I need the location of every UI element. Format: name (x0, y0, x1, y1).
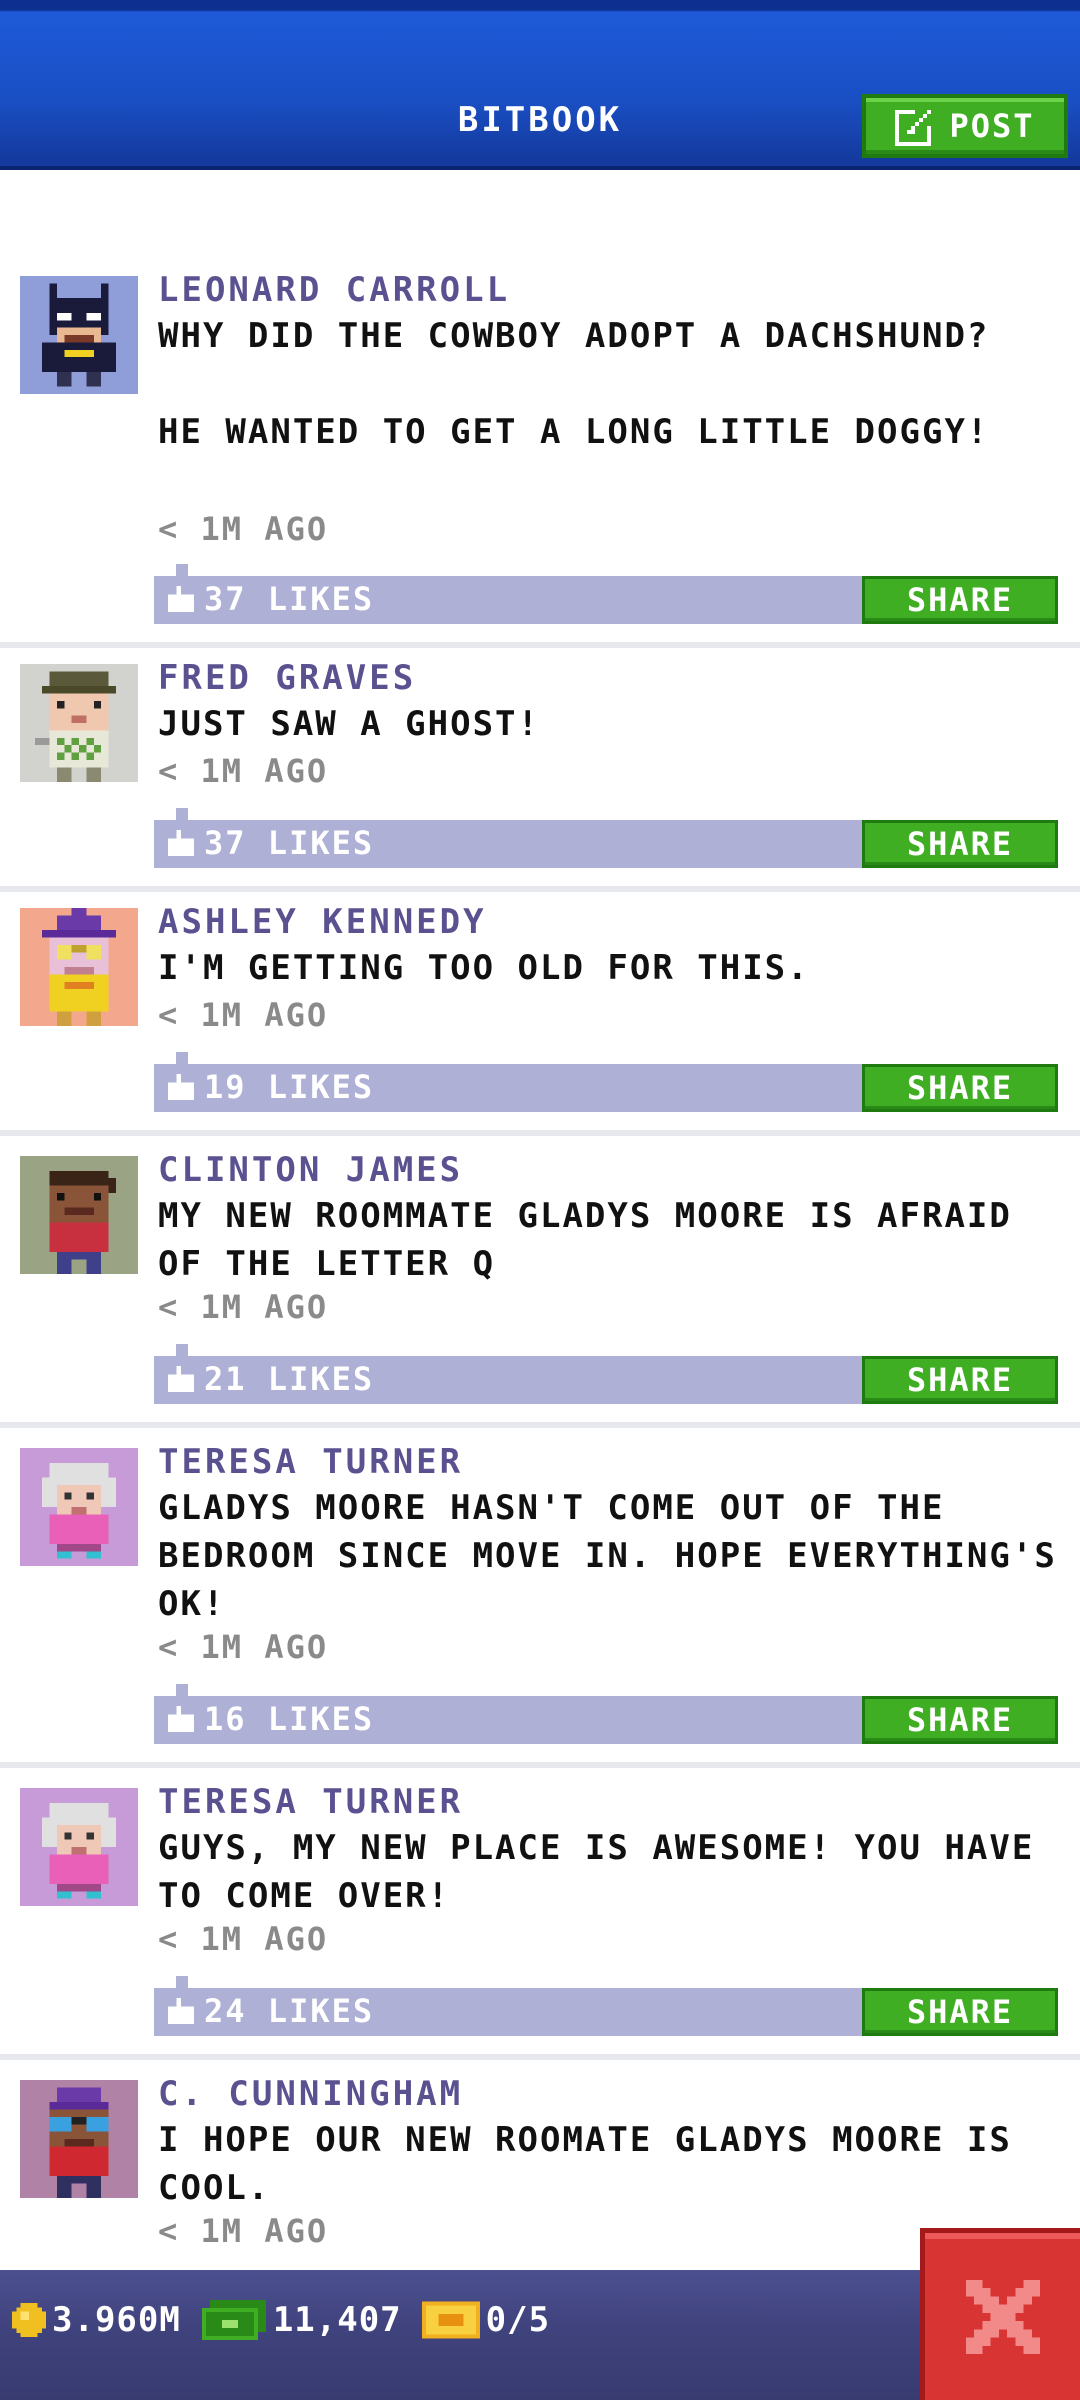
likes-count: 19 LIKES (204, 1068, 375, 1106)
feed-post: LEONARD CARROLL WHY DID THE COWBOY ADOPT… (0, 174, 1080, 648)
compose-icon (895, 110, 932, 146)
post-button[interactable]: POST (862, 94, 1068, 158)
avatar[interactable] (20, 664, 138, 782)
bux-stat: 11,407 (201, 2300, 402, 2340)
post-timestamp: < 1M AGO (158, 1288, 329, 1326)
share-button[interactable]: SHARE (862, 1356, 1058, 1404)
tickets-stat: 0/5 (421, 2300, 551, 2340)
status-bar: 3.960M 11,407 0/5 (0, 2270, 1080, 2400)
post-author[interactable]: TERESA TURNER (158, 1442, 463, 1482)
post-author[interactable]: LEONARD CARROLL (158, 270, 510, 310)
grandma-avatar-icon (20, 1448, 138, 1566)
feed-post: CLINTON JAMES MY NEW ROOMMATE GLADYS MOO… (0, 1136, 1080, 1428)
likes-count: 21 LIKES (204, 1360, 375, 1398)
like-bar: 19 LIKES SHARE (154, 1052, 1058, 1112)
share-button[interactable]: SHARE (862, 1988, 1058, 2036)
post-author[interactable]: ASHLEY KENNEDY (158, 902, 487, 942)
sunglasses-avatar-icon (20, 2080, 138, 2198)
post-author[interactable]: C. CUNNINGHAM (158, 2074, 463, 2114)
currency-stats: 3.960M 11,407 0/5 (12, 2300, 550, 2340)
avatar[interactable] (20, 1788, 138, 1906)
avatar[interactable] (20, 1448, 138, 1566)
avatar[interactable] (20, 1156, 138, 1274)
golfer-avatar-icon (20, 664, 138, 782)
like-button[interactable]: 19 LIKES (168, 1068, 374, 1106)
thumbs-up-icon (168, 830, 194, 856)
close-button[interactable] (920, 2228, 1080, 2400)
post-author[interactable]: FRED GRAVES (158, 658, 416, 698)
feed-post: TERESA TURNER GLADYS MOORE HASN'T COME O… (0, 1428, 1080, 1768)
grandma-avatar-icon (20, 1788, 138, 1906)
share-button[interactable]: SHARE (862, 1696, 1058, 1744)
coin-icon (12, 2303, 46, 2337)
bux-icon (201, 2300, 266, 2340)
post-author[interactable]: TERESA TURNER (158, 1782, 463, 1822)
wizard-avatar-icon (20, 908, 138, 1026)
thumbs-up-icon (168, 1998, 194, 2024)
close-icon (965, 2279, 1040, 2354)
like-bar: 21 LIKES SHARE (154, 1344, 1058, 1404)
post-timestamp: < 1M AGO (158, 996, 329, 1034)
batman-avatar-icon (20, 276, 138, 394)
feed-list[interactable]: LEONARD CARROLL WHY DID THE COWBOY ADOPT… (0, 174, 1080, 2270)
post-text: I HOPE OUR NEW ROOMATE GLADYS MOORE IS C… (158, 2120, 1012, 2208)
likes-count: 37 LIKES (204, 824, 375, 862)
post-timestamp: < 1M AGO (158, 510, 329, 548)
like-button[interactable]: 16 LIKES (168, 1700, 374, 1738)
thumbs-up-icon (168, 586, 194, 612)
thumbs-up-icon (168, 1706, 194, 1732)
feed-post: ASHLEY KENNEDY I'M GETTING TOO OLD FOR T… (0, 892, 1080, 1136)
like-button[interactable]: 37 LIKES (168, 824, 374, 862)
feed-post: C. CUNNINGHAM I HOPE OUR NEW ROOMATE GLA… (0, 2060, 1080, 2270)
avatar[interactable] (20, 2080, 138, 2198)
app-header: BITBOOK POST (0, 0, 1080, 170)
post-text: I'M GETTING TOO OLD FOR THIS. (158, 948, 810, 988)
like-button[interactable]: 37 LIKES (168, 580, 374, 618)
share-button[interactable]: SHARE (862, 1064, 1058, 1112)
person-avatar-icon (20, 1156, 138, 1274)
like-bar: 37 LIKES SHARE (154, 808, 1058, 868)
post-text: MY NEW ROOMMATE GLADYS MOORE IS AFRAID O… (158, 1196, 1012, 1284)
thumbs-up-icon (168, 1366, 194, 1392)
likes-count: 24 LIKES (204, 1992, 375, 2030)
like-button[interactable]: 21 LIKES (168, 1360, 374, 1398)
thumbs-up-icon (168, 1074, 194, 1100)
avatar[interactable] (20, 908, 138, 1026)
share-button[interactable]: SHARE (862, 820, 1058, 868)
post-timestamp: < 1M AGO (158, 2212, 329, 2250)
ticket-icon (421, 2301, 480, 2339)
post-text: GUYS, MY NEW PLACE IS AWESOME! YOU HAVE … (158, 1828, 1035, 1916)
post-author[interactable]: CLINTON JAMES (158, 1150, 463, 1190)
like-bar: 16 LIKES SHARE (154, 1684, 1058, 1744)
post-label: POST (949, 107, 1035, 145)
feed-post: FRED GRAVES JUST SAW A GHOST! < 1M AGO 3… (0, 648, 1080, 892)
tickets-value: 0/5 (485, 2300, 551, 2340)
like-button[interactable]: 24 LIKES (168, 1992, 374, 2030)
avatar[interactable] (20, 276, 138, 394)
post-text: JUST SAW A GHOST! (158, 704, 540, 744)
coins-value: 3.960M (52, 2300, 181, 2340)
post-timestamp: < 1M AGO (158, 1920, 329, 1958)
post-text: WHY DID THE COWBOY ADOPT A DACHSHUND? HE… (158, 316, 990, 452)
bux-value: 11,407 (272, 2300, 402, 2340)
post-timestamp: < 1M AGO (158, 752, 329, 790)
likes-count: 16 LIKES (204, 1700, 375, 1738)
coins-stat: 3.960M (12, 2300, 181, 2340)
like-bar: 37 LIKES SHARE (154, 564, 1058, 624)
post-text: GLADYS MOORE HASN'T COME OUT OF THE BEDR… (158, 1488, 1057, 1624)
likes-count: 37 LIKES (204, 580, 375, 618)
share-button[interactable]: SHARE (862, 576, 1058, 624)
like-bar: 24 LIKES SHARE (154, 1976, 1058, 2036)
feed-post: TERESA TURNER GUYS, MY NEW PLACE IS AWES… (0, 1768, 1080, 2060)
post-timestamp: < 1M AGO (158, 1628, 329, 1666)
